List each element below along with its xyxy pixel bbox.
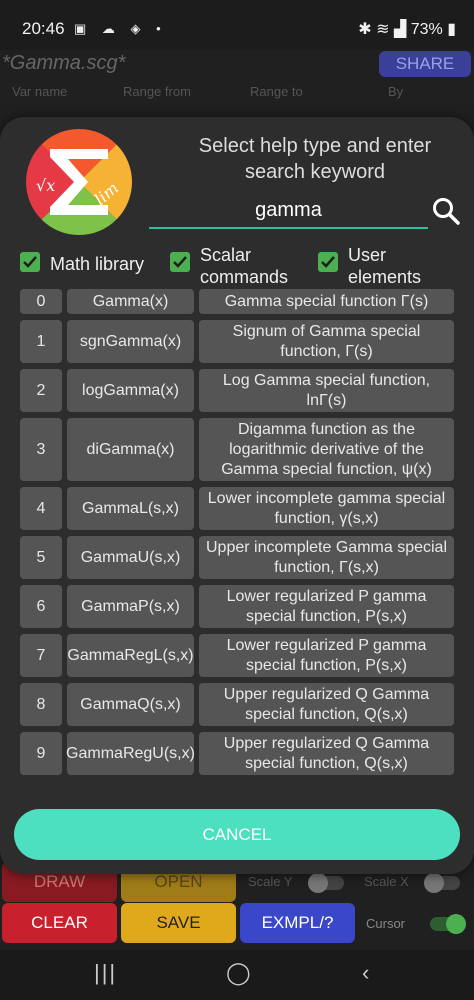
svg-text:√x: √x xyxy=(36,176,55,195)
navigation-bar: ||| ◯ ‹ xyxy=(0,950,474,1000)
checkbox-label: Math library xyxy=(50,254,145,274)
row-index[interactable]: 1 xyxy=(20,320,62,363)
back-icon[interactable]: ‹ xyxy=(362,960,369,986)
row-index[interactable]: 0 xyxy=(20,289,62,314)
checkbox-checked-icon xyxy=(20,252,40,272)
checkbox-checked-icon xyxy=(318,252,338,272)
checkbox-checked-icon xyxy=(170,252,190,272)
row-function-name[interactable]: GammaQ(s,x) xyxy=(67,683,194,726)
search-input[interactable] xyxy=(149,193,428,229)
row-description[interactable]: Upper regularized Q Gamma special functi… xyxy=(199,683,454,726)
row-function-name[interactable]: Gamma(x) xyxy=(67,289,194,314)
row-function-name[interactable]: GammaRegU(s,x) xyxy=(66,732,195,775)
battery-icon: ▮ xyxy=(447,21,456,38)
scale-y-toggle[interactable] xyxy=(308,873,344,893)
bg-col-var-name: Var name xyxy=(12,84,68,99)
row-index[interactable]: 4 xyxy=(20,487,62,530)
row-description[interactable]: Upper regularized Q Gamma special functi… xyxy=(199,732,454,775)
row-function-name[interactable]: diGamma(x) xyxy=(67,418,194,481)
share-button[interactable]: SHARE xyxy=(379,51,471,77)
search-icon[interactable] xyxy=(430,195,462,227)
status-right: ✱ ≋ ▟ 73% ▮ xyxy=(358,19,456,39)
row-description[interactable]: Gamma special function Γ(s) xyxy=(199,289,454,314)
status-time: 20:46 xyxy=(22,19,65,38)
row-index[interactable]: 5 xyxy=(20,536,62,579)
app-logo-icon: √x lim xyxy=(26,129,132,235)
bg-col-by: By xyxy=(388,84,404,99)
row-function-name[interactable]: GammaP(s,x) xyxy=(67,585,194,628)
row-description[interactable]: Lower incomplete gamma special function,… xyxy=(199,487,454,530)
wifi-icon: ≋ xyxy=(376,21,390,38)
row-description[interactable]: Upper incomplete Gamma special function,… xyxy=(199,536,454,579)
bg-file-title: *Gamma.scg* xyxy=(2,52,126,74)
row-description[interactable]: Lower regularized P gamma special functi… xyxy=(199,634,454,677)
row-description[interactable]: Lower regularized P gamma special functi… xyxy=(199,585,454,628)
example-button[interactable]: EXMPL/? xyxy=(240,903,355,943)
bg-col-range-from: Range from xyxy=(123,84,191,99)
notification-icons: ▣ ☁ ◈ • xyxy=(74,21,167,36)
row-description[interactable]: Log Gamma special function, lnΓ(s) xyxy=(199,369,454,412)
signal-icon: ▟ xyxy=(393,21,407,38)
row-description[interactable]: Signum of Gamma special function, Γ(s) xyxy=(199,320,454,363)
row-index[interactable]: 3 xyxy=(20,418,62,481)
scale-x-label: Scale X xyxy=(364,874,409,889)
bg-col-range-to: Range to xyxy=(250,84,303,99)
row-function-name[interactable]: logGamma(x) xyxy=(67,369,194,412)
battery-percent: 73% xyxy=(410,21,443,38)
row-function-name[interactable]: GammaU(s,x) xyxy=(67,536,194,579)
bluetooth-icon: ✱ xyxy=(358,21,372,38)
cancel-button[interactable]: CANCEL xyxy=(14,809,460,860)
help-dialog: √x lim Select help type and enter search… xyxy=(0,117,474,874)
row-index[interactable]: 2 xyxy=(20,369,62,412)
row-description[interactable]: Digamma function as the logarithmic deri… xyxy=(199,418,454,481)
row-function-name[interactable]: sgnGamma(x) xyxy=(67,320,194,363)
checkbox-label: Scalar commands xyxy=(200,245,289,287)
row-function-name[interactable]: GammaRegL(s,x) xyxy=(67,634,194,677)
checkbox-label: User elements xyxy=(348,245,422,287)
checkbox-user-elements[interactable]: User elements xyxy=(318,244,448,290)
scale-y-label: Scale Y xyxy=(248,874,293,889)
checkbox-math-library[interactable]: Math library xyxy=(20,244,160,290)
home-icon[interactable]: ◯ xyxy=(226,960,251,986)
row-function-name[interactable]: GammaL(s,x) xyxy=(67,487,194,530)
scale-x-toggle[interactable] xyxy=(424,873,460,893)
dialog-prompt: Select help type and enter search keywor… xyxy=(198,135,432,183)
row-index[interactable]: 9 xyxy=(20,732,62,775)
row-index[interactable]: 6 xyxy=(20,585,62,628)
clear-button[interactable]: CLEAR xyxy=(2,903,117,943)
cursor-label: Cursor xyxy=(366,916,406,931)
row-index[interactable]: 8 xyxy=(20,683,62,726)
cursor-toggle[interactable] xyxy=(430,914,466,934)
recent-apps-icon[interactable]: ||| xyxy=(94,960,117,986)
row-index[interactable]: 7 xyxy=(20,634,62,677)
save-button[interactable]: SAVE xyxy=(121,903,236,943)
checkbox-scalar-commands[interactable]: Scalar commands xyxy=(170,244,300,290)
